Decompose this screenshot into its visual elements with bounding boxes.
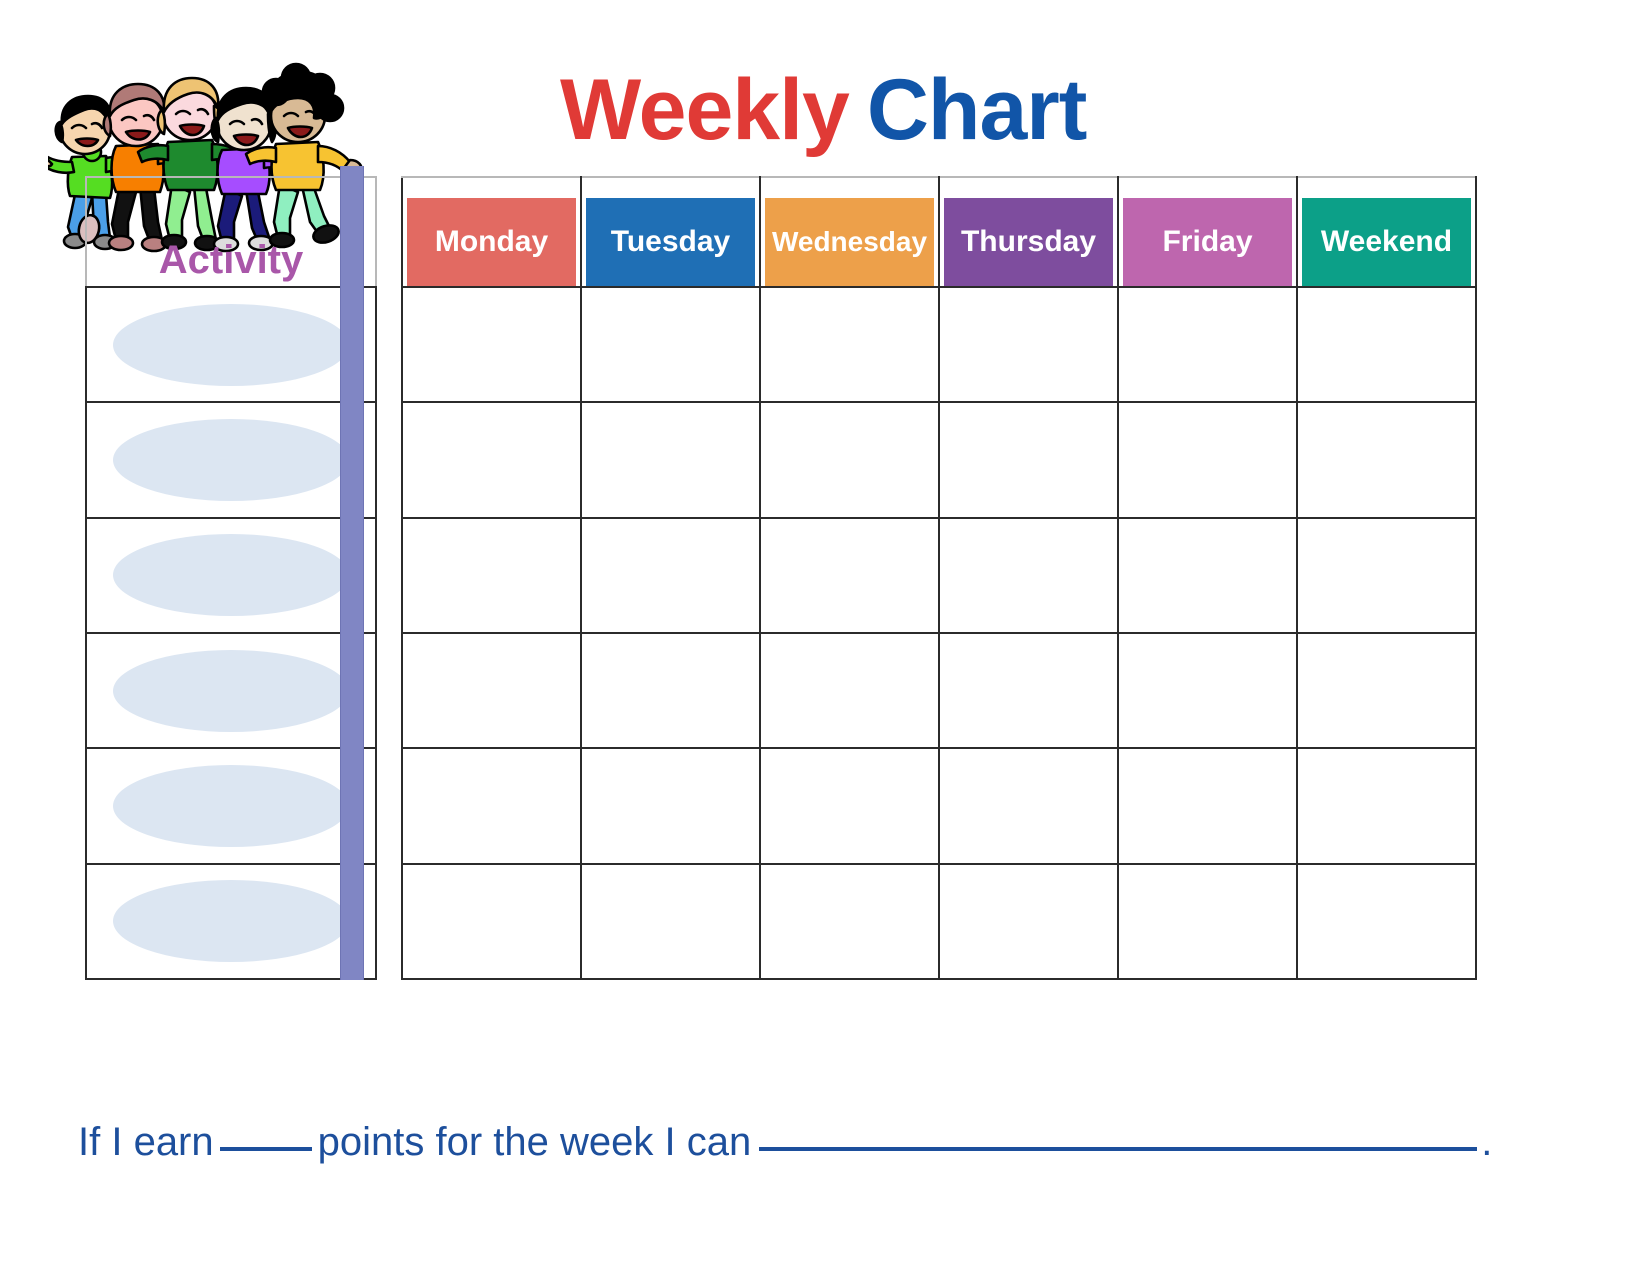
day-chip-monday: Monday: [407, 198, 576, 286]
day-cell-weekend[interactable]: [1296, 401, 1477, 519]
divider-cell: [376, 287, 402, 402]
table-row: [85, 862, 1477, 981]
day-cell-thursday[interactable]: [938, 862, 1119, 981]
activity-cell[interactable]: [85, 747, 377, 865]
activity-cell[interactable]: [85, 862, 377, 981]
table-row: [85, 747, 1477, 865]
day-cell-monday[interactable]: [401, 401, 582, 519]
divider-cell: [376, 518, 402, 633]
page-title: Weekly Chart: [560, 55, 1180, 165]
activity-header-label: Activity: [158, 238, 304, 282]
day-cell-friday[interactable]: [1117, 285, 1298, 404]
day-cell-thursday[interactable]: [938, 516, 1119, 634]
day-cell-weekend[interactable]: [1296, 747, 1477, 865]
divider-cell: [376, 864, 402, 979]
day-cell-weekend[interactable]: [1296, 285, 1477, 404]
page-title-word-chart: Chart: [866, 62, 1088, 158]
day-header-weekend: Weekend: [1296, 176, 1477, 288]
day-cell-tuesday[interactable]: [580, 285, 761, 404]
day-cell-tuesday[interactable]: [580, 401, 761, 519]
day-cell-wednesday[interactable]: [759, 401, 940, 519]
points-blank-field[interactable]: [219, 1147, 312, 1151]
activity-column-header: Activity: [85, 176, 377, 288]
day-header-wednesday: Wednesday: [759, 176, 940, 288]
day-cell-tuesday[interactable]: [580, 631, 761, 750]
day-chip-friday: Friday: [1123, 198, 1292, 286]
day-cell-tuesday[interactable]: [580, 862, 761, 981]
day-cell-wednesday[interactable]: [759, 862, 940, 981]
day-cell-friday[interactable]: [1117, 401, 1298, 519]
activity-oval: [113, 764, 349, 847]
day-cell-weekend[interactable]: [1296, 862, 1477, 981]
activity-oval: [113, 880, 349, 963]
reward-sentence-period: .: [1481, 1120, 1493, 1164]
day-cell-friday[interactable]: [1117, 631, 1298, 750]
day-cell-monday[interactable]: [401, 862, 582, 981]
weekly-chart-table: Activity Monday Tuesday Wednesday Thursd…: [85, 176, 1477, 981]
day-cell-thursday[interactable]: [938, 401, 1119, 519]
day-cell-thursday[interactable]: [938, 631, 1119, 750]
activity-oval: [113, 303, 349, 386]
activity-cell[interactable]: [85, 401, 377, 519]
day-cell-weekend[interactable]: [1296, 516, 1477, 634]
day-chip-wednesday: Wednesday: [765, 198, 934, 286]
divider-cell: [376, 633, 402, 748]
day-cell-wednesday[interactable]: [759, 516, 940, 634]
day-cell-monday[interactable]: [401, 285, 582, 404]
divider-column-header: [376, 177, 402, 287]
day-cell-tuesday[interactable]: [580, 516, 761, 634]
activity-cell[interactable]: [85, 516, 377, 634]
day-cell-monday[interactable]: [401, 747, 582, 865]
reward-blank-field[interactable]: [759, 1147, 1478, 1151]
table-row: [85, 516, 1477, 634]
day-header-tuesday: Tuesday: [580, 176, 761, 288]
day-cell-thursday[interactable]: [938, 285, 1119, 404]
day-chip-tuesday: Tuesday: [586, 198, 755, 286]
activity-cell[interactable]: [85, 285, 377, 404]
day-cell-weekend[interactable]: [1296, 631, 1477, 750]
activity-cell[interactable]: [85, 631, 377, 750]
reward-sentence: If I earn points for the week I can.: [78, 1112, 1578, 1172]
table-row: [85, 631, 1477, 750]
reward-sentence-part2: points for the week I can: [317, 1120, 752, 1164]
day-cell-tuesday[interactable]: [580, 747, 761, 865]
activity-oval: [113, 418, 349, 501]
activity-oval: [113, 649, 349, 732]
day-cell-wednesday[interactable]: [759, 747, 940, 865]
page-title-word-weekly: Weekly: [560, 62, 850, 158]
divider-cell: [376, 748, 402, 863]
day-header-friday: Friday: [1117, 176, 1298, 288]
day-header-thursday: Thursday: [938, 176, 1119, 288]
day-chip-weekend: Weekend: [1302, 198, 1471, 286]
activity-divider-bar: [340, 166, 364, 980]
divider-cell: [376, 402, 402, 517]
day-cell-friday[interactable]: [1117, 516, 1298, 634]
day-cell-friday[interactable]: [1117, 862, 1298, 981]
day-header-monday: Monday: [401, 176, 582, 288]
day-cell-wednesday[interactable]: [759, 285, 940, 404]
day-cell-monday[interactable]: [401, 631, 582, 750]
day-chip-thursday: Thursday: [944, 198, 1113, 286]
reward-sentence-part1: If I earn: [78, 1120, 214, 1164]
table-header-row: Activity Monday Tuesday Wednesday Thursd…: [85, 176, 1477, 288]
activity-oval: [113, 534, 349, 617]
day-cell-friday[interactable]: [1117, 747, 1298, 865]
table-row: [85, 401, 1477, 519]
day-cell-monday[interactable]: [401, 516, 582, 634]
table-row: [85, 285, 1477, 404]
day-cell-wednesday[interactable]: [759, 631, 940, 750]
day-cell-thursday[interactable]: [938, 747, 1119, 865]
